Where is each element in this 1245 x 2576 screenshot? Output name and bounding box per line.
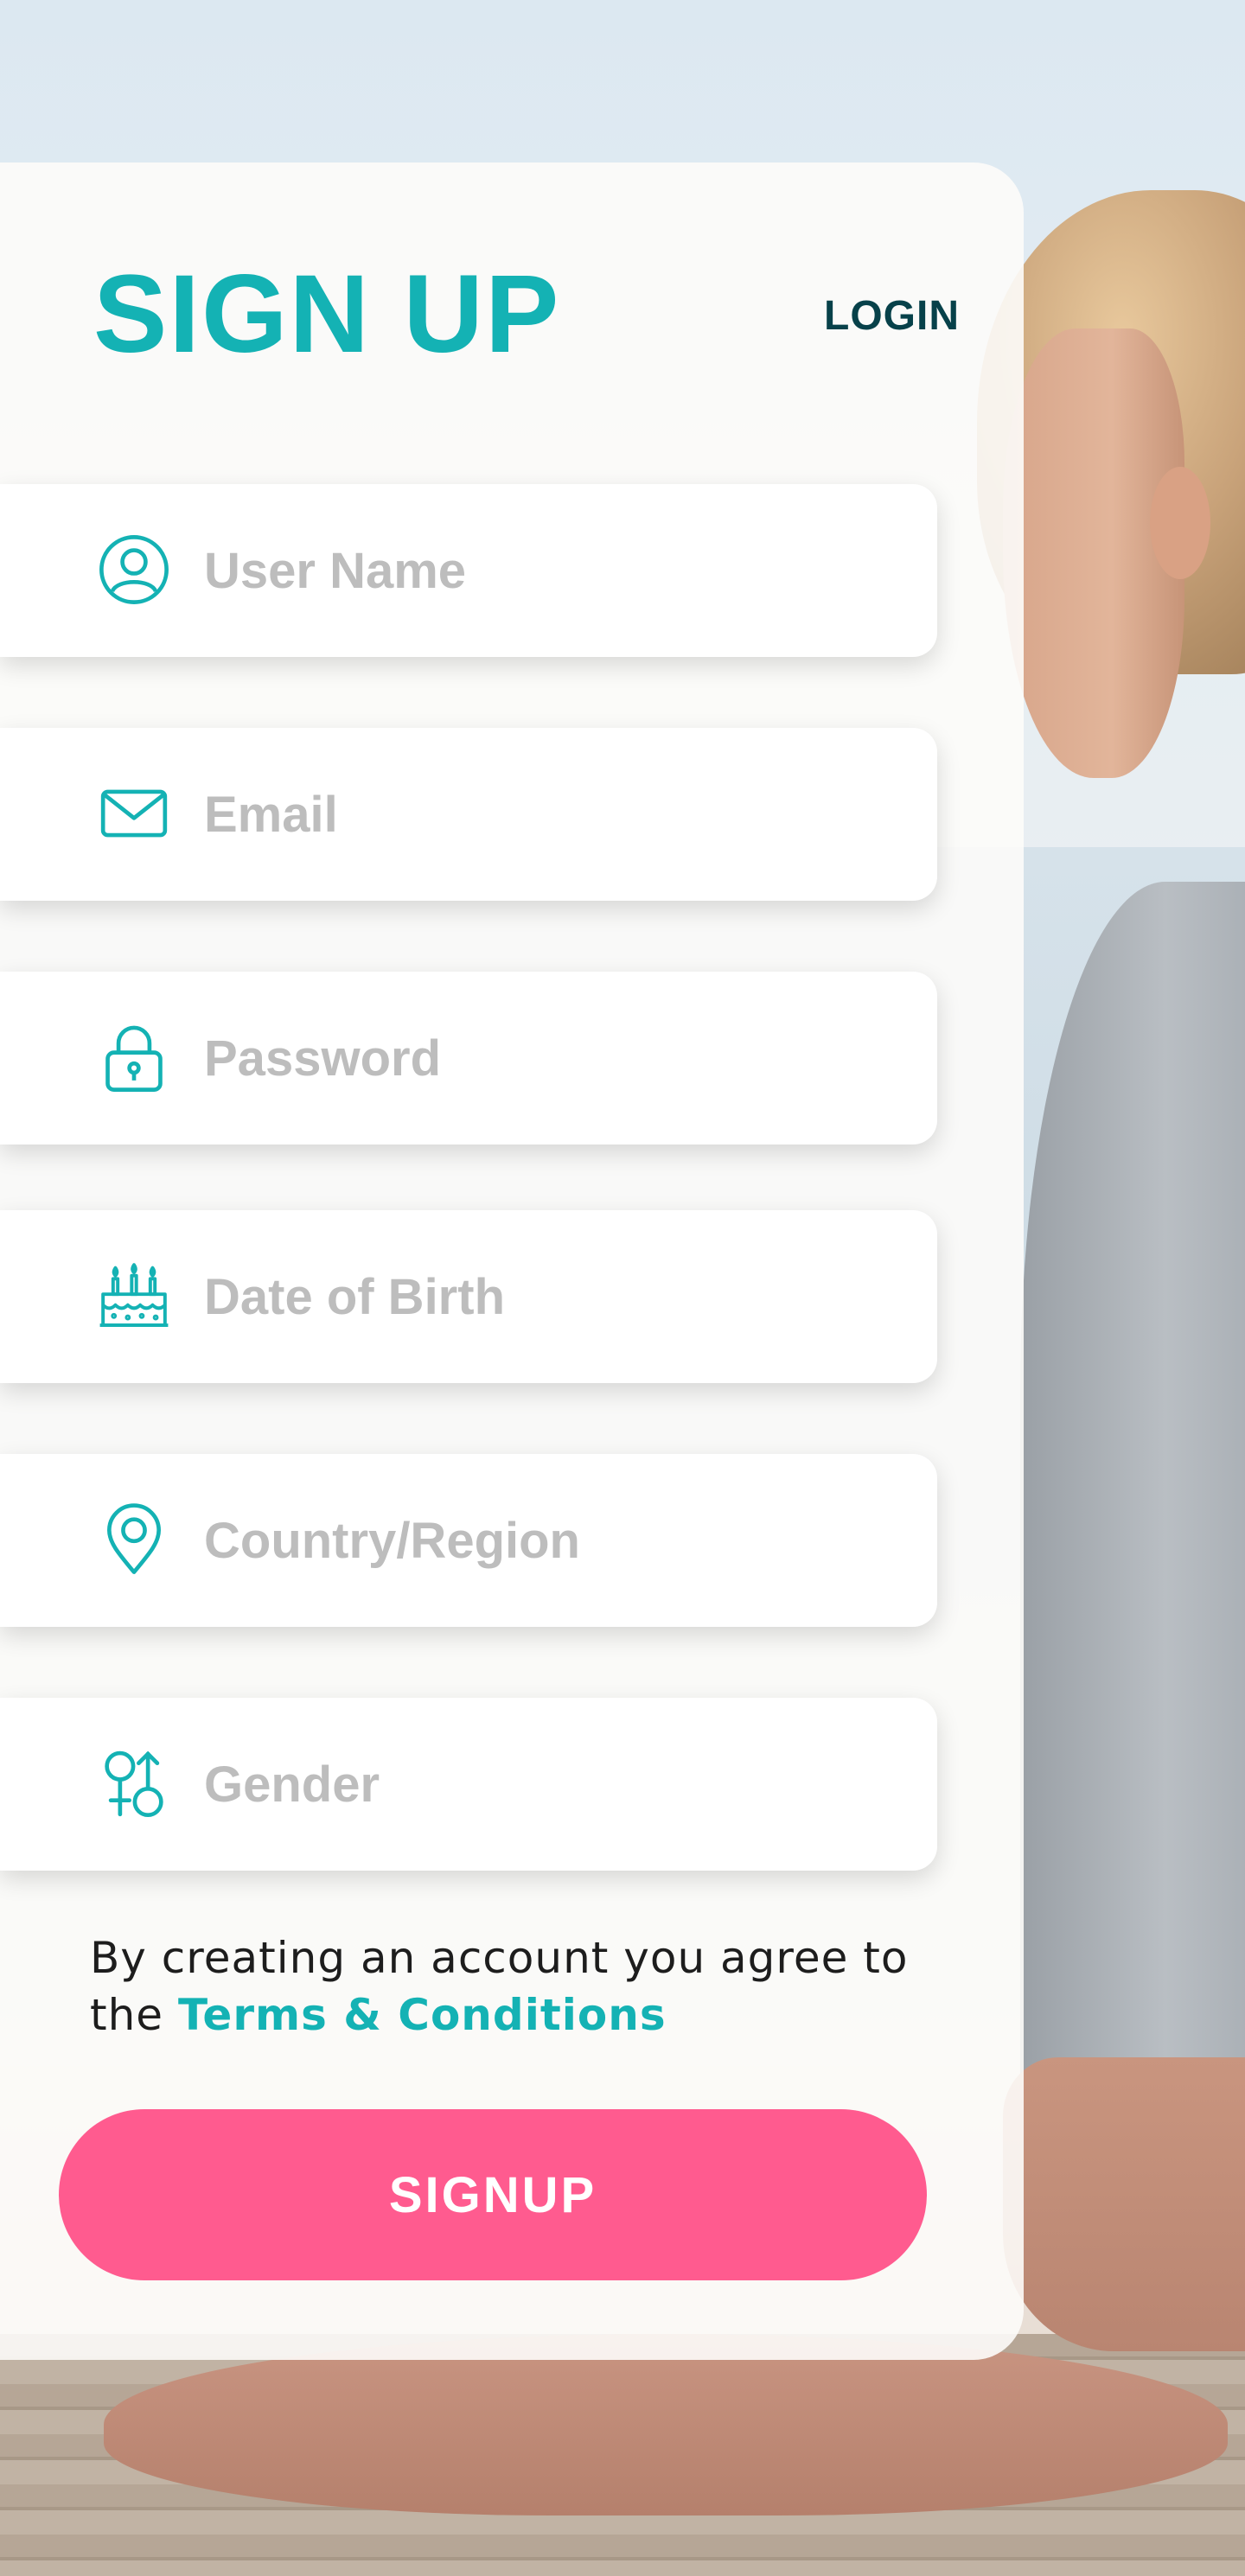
login-link[interactable]: LOGIN (824, 296, 960, 337)
gender-field[interactable] (0, 1698, 937, 1871)
terms-link[interactable]: Terms & Conditions (178, 1990, 667, 2040)
username-input[interactable] (204, 484, 913, 657)
email-field[interactable] (0, 728, 937, 901)
gender-icon (97, 1746, 171, 1820)
person-ear (1150, 467, 1210, 579)
gender-input[interactable] (204, 1698, 913, 1871)
email-input[interactable] (204, 728, 913, 901)
person-shirt (1020, 882, 1245, 2152)
signup-button[interactable]: SIGNUP (59, 2109, 927, 2280)
person-shorts (1003, 2057, 1245, 2351)
country-region-input[interactable] (204, 1454, 913, 1627)
location-pin-icon (97, 1502, 171, 1577)
terms-text: By creating an account you agree to the … (90, 1929, 920, 2044)
password-input[interactable] (204, 972, 913, 1145)
username-field[interactable] (0, 484, 937, 657)
date-of-birth-input[interactable] (204, 1210, 913, 1383)
password-field[interactable] (0, 972, 937, 1145)
mail-icon (97, 776, 171, 851)
user-icon (97, 532, 171, 607)
page-title: SIGN UP (93, 252, 561, 376)
date-of-birth-field[interactable] (0, 1210, 937, 1383)
cake-icon (97, 1259, 171, 1333)
country-region-field[interactable] (0, 1454, 937, 1627)
lock-icon (97, 1020, 171, 1094)
person-legs (104, 2334, 1228, 2515)
